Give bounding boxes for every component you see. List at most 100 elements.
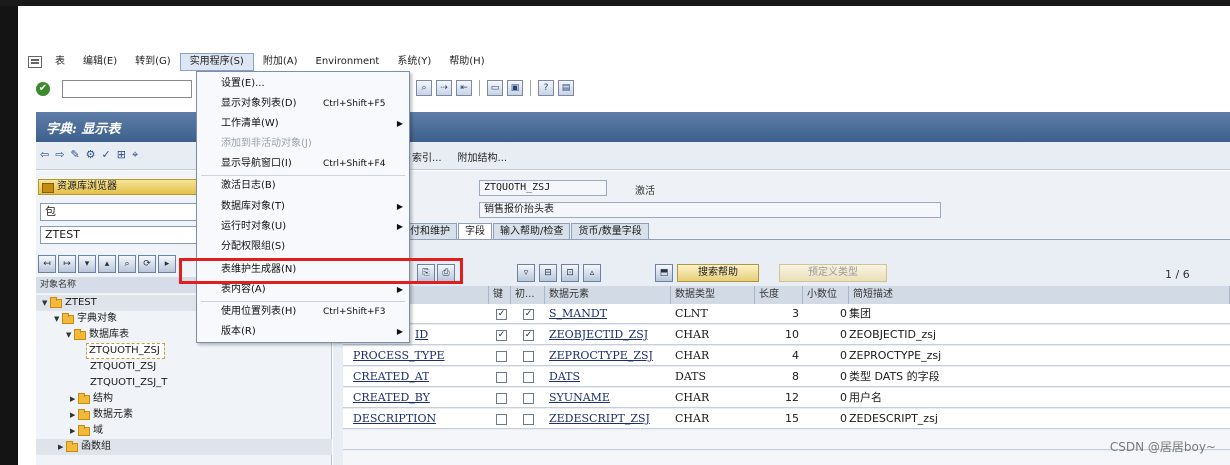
table-row[interactable]: CREATED_AT DATS DATS 8 0 类型 DATS 的字段: [343, 367, 1230, 387]
display-change-icon[interactable]: ✎: [70, 148, 79, 162]
menu-item-where-used-list[interactable]: 使用位置列表(H) Ctrl+Shift+F3: [197, 302, 409, 322]
initial-checkbox[interactable]: [523, 351, 534, 362]
tree-back-icon[interactable]: ↤: [38, 255, 56, 273]
initial-checkbox[interactable]: [523, 414, 534, 425]
cell-data-element[interactable]: DATS: [549, 367, 580, 387]
object-type-field[interactable]: 包: [40, 203, 200, 221]
tab-currency-quantity[interactable]: 货币/数量字段: [571, 223, 649, 239]
check-icon[interactable]: ✓: [102, 148, 111, 162]
tab-fields[interactable]: 字段: [458, 223, 492, 239]
menu-item-database-object[interactable]: 数据库对象(T) ▶: [197, 197, 409, 217]
enter-check-icon[interactable]: ✔: [36, 82, 50, 96]
key-checkbox[interactable]: [496, 393, 507, 404]
table-row[interactable]: DESCRIPTION ZEDESCRIPT_ZSJ CHAR 15 0 ZED…: [343, 409, 1230, 429]
shortcut-icon[interactable]: ▣: [507, 80, 523, 96]
find-icon[interactable]: ⌕: [416, 80, 432, 96]
where-used-icon[interactable]: ⌖: [132, 148, 138, 162]
collapsed-triangle-icon[interactable]: ▶: [70, 423, 78, 439]
grid-new-rows-icon[interactable]: ⬒: [655, 264, 673, 282]
col-header-initial[interactable]: 初...: [511, 286, 545, 304]
menu-app-icon[interactable]: [28, 56, 42, 68]
menu-item-assign-auth-group[interactable]: 分配权限组(S): [197, 237, 409, 257]
col-header-decimals[interactable]: 小数位: [803, 286, 849, 304]
layout-menu-icon[interactable]: ▤: [558, 80, 574, 96]
menu-system[interactable]: 系统(Y): [388, 53, 440, 71]
tree-options-icon[interactable]: ▸: [158, 255, 176, 273]
grid-sort-icon[interactable]: ▵: [583, 264, 601, 282]
expand-triangle-icon[interactable]: ▼: [42, 295, 50, 311]
table-row[interactable]: ID ✓ ✓ ZEOBJECTID_ZSJ CHAR 10 0 ZEOBJECT…: [343, 325, 1230, 345]
col-header-key[interactable]: 键: [489, 286, 511, 304]
predefined-type-button[interactable]: 预定义类型: [779, 264, 887, 282]
command-field[interactable]: [62, 80, 192, 98]
collapsed-triangle-icon[interactable]: ▶: [70, 391, 78, 407]
table-row[interactable]: CREATED_BY SYUNAME CHAR 12 0 用户名: [343, 388, 1230, 408]
tree-node-database-tables[interactable]: ▼ 数据库表: [66, 327, 129, 343]
package-name-field[interactable]: ZTEST: [40, 226, 200, 244]
key-checkbox[interactable]: ✓: [496, 330, 507, 341]
menu-goto[interactable]: 转到(G): [126, 53, 180, 71]
tab-input-help[interactable]: 输入帮助/检查: [493, 223, 571, 239]
cell-data-element[interactable]: SYUNAME: [549, 388, 610, 408]
cell-data-element[interactable]: ZEPROCTYPE_ZSJ: [549, 346, 653, 366]
initial-checkbox[interactable]: [523, 393, 534, 404]
find-next-icon[interactable]: ⇢: [436, 80, 452, 96]
repository-browser-header[interactable]: 资源库浏览器: [38, 179, 198, 195]
menu-item-display-object-list[interactable]: 显示对象列表(D) Ctrl+Shift+F5: [197, 94, 409, 114]
expand-triangle-icon[interactable]: ▼: [66, 327, 74, 343]
key-checkbox[interactable]: ✓: [496, 309, 507, 320]
col-header-data-type[interactable]: 数据类型: [671, 286, 755, 304]
tree-collapse-icon[interactable]: ▴: [98, 255, 116, 273]
append-structure-button[interactable]: 附加结构...: [458, 149, 508, 164]
menu-table[interactable]: 表: [46, 53, 74, 71]
tree-expand-icon[interactable]: ▾: [78, 255, 96, 273]
tree-refresh-icon[interactable]: ⟳: [138, 255, 156, 273]
other-object-icon[interactable]: ⊞: [117, 148, 126, 162]
table-row[interactable]: PROCESS_TYPE ZEPROCTYPE_ZSJ CHAR 4 0 ZEP…: [343, 346, 1230, 366]
cell-field[interactable]: CREATED_BY: [353, 388, 430, 408]
menu-item-versions[interactable]: 版本(R) ▶: [197, 322, 409, 342]
menu-utilities[interactable]: 实用程序(S): [179, 53, 254, 71]
back-arrow-icon[interactable]: ⇦: [40, 148, 49, 162]
menu-environment[interactable]: Environment: [307, 53, 389, 71]
menu-edit[interactable]: 编辑(E): [74, 53, 126, 71]
col-header-description[interactable]: 简短描述: [849, 286, 1230, 304]
menu-item-worklist[interactable]: 工作清单(W) ▶: [197, 114, 409, 134]
cell-data-element[interactable]: S_MANDT: [549, 304, 607, 324]
table-row[interactable]: ✓ ✓ S_MANDT CLNT 3 0 集团: [343, 304, 1230, 324]
collapsed-triangle-icon[interactable]: ▶: [70, 407, 78, 423]
tree-node-data-elements[interactable]: ▶ 数据元素: [70, 407, 133, 423]
tree-node-dictionary-objects[interactable]: ▼ 字典对象: [54, 311, 117, 327]
menu-item-runtime-object[interactable]: 运行时对象(U) ▶: [197, 217, 409, 237]
help-icon[interactable]: ?: [538, 80, 554, 96]
initial-checkbox[interactable]: ✓: [523, 330, 534, 341]
table-row-empty[interactable]: [343, 430, 1230, 450]
grid-delete-row-icon[interactable]: ⊡: [561, 264, 579, 282]
menu-extras[interactable]: 附加(A): [254, 53, 307, 71]
table-row-empty[interactable]: [343, 451, 1230, 465]
index-button[interactable]: 索引...: [412, 149, 442, 164]
menu-item-navigation-window[interactable]: 显示导航窗口(I) Ctrl+Shift+F4: [197, 154, 409, 174]
collapsed-triangle-icon[interactable]: ▶: [58, 439, 66, 455]
tree-node-ztquoth-zsj[interactable]: ZTQUOTH_ZSJ: [86, 343, 165, 359]
col-header-data-element[interactable]: 数据元素: [545, 286, 671, 304]
tree-forward-icon[interactable]: ↦: [58, 255, 76, 273]
new-session-icon[interactable]: ▭: [487, 80, 503, 96]
grid-insert-row-icon[interactable]: ⊟: [539, 264, 557, 282]
short-description-field[interactable]: 销售报价抬头表: [479, 202, 941, 218]
col-header-length[interactable]: 长度: [755, 286, 803, 304]
key-checkbox[interactable]: [496, 351, 507, 362]
tree-node-ztquoti-zsj-t[interactable]: ZTQUOTI_ZSJ_T: [90, 375, 167, 391]
menu-item-settings[interactable]: 设置(E)...: [197, 74, 409, 94]
cell-field[interactable]: CREATED_AT: [353, 367, 429, 387]
cell-data-element[interactable]: ZEDESCRIPT_ZSJ: [549, 409, 650, 429]
activate-icon[interactable]: ⚙: [86, 148, 96, 162]
tree-find-icon[interactable]: ⌕: [118, 255, 136, 273]
expand-triangle-icon[interactable]: ▼: [54, 311, 62, 327]
search-help-button[interactable]: 搜索帮助: [677, 264, 759, 282]
key-checkbox[interactable]: [496, 372, 507, 383]
menu-help[interactable]: 帮助(H): [440, 53, 493, 71]
tree-node-structures[interactable]: ▶ 结构: [70, 391, 113, 407]
cell-data-element[interactable]: ZEOBJECTID_ZSJ: [549, 325, 648, 345]
key-checkbox[interactable]: [496, 414, 507, 425]
